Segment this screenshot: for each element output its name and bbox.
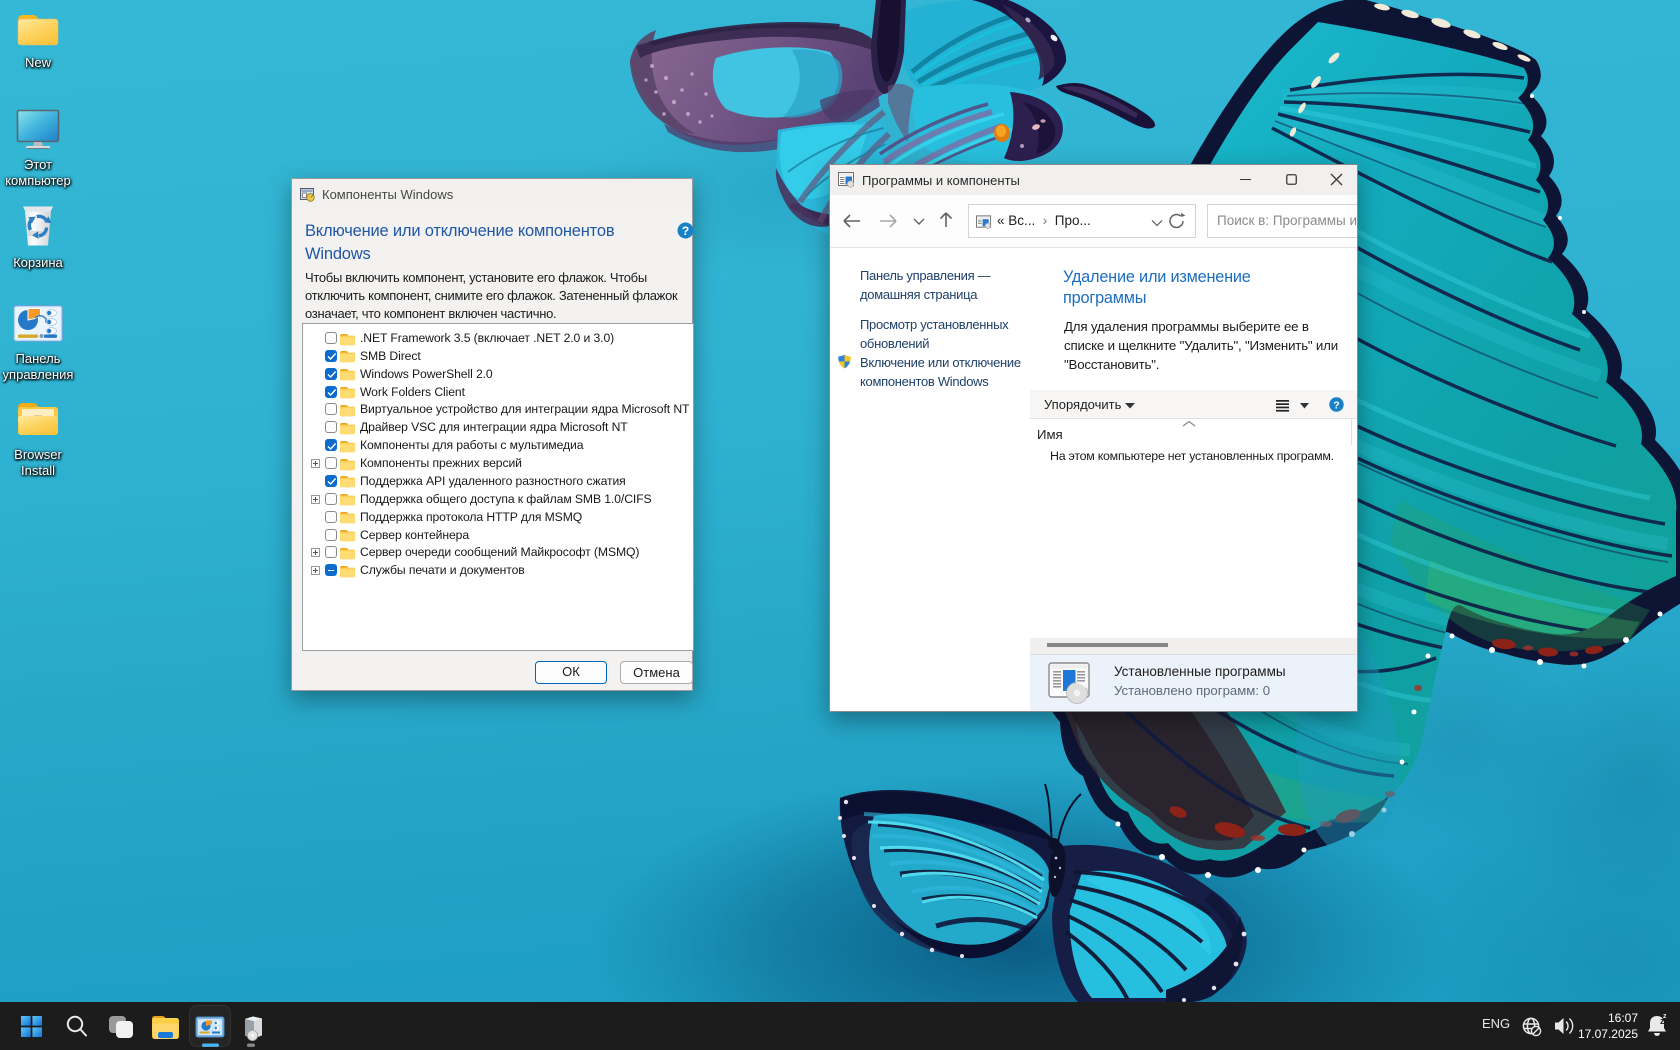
svg-text:?: ?: [682, 224, 689, 238]
svg-text:z: z: [1663, 1013, 1667, 1020]
svg-text:?: ?: [1333, 400, 1339, 412]
